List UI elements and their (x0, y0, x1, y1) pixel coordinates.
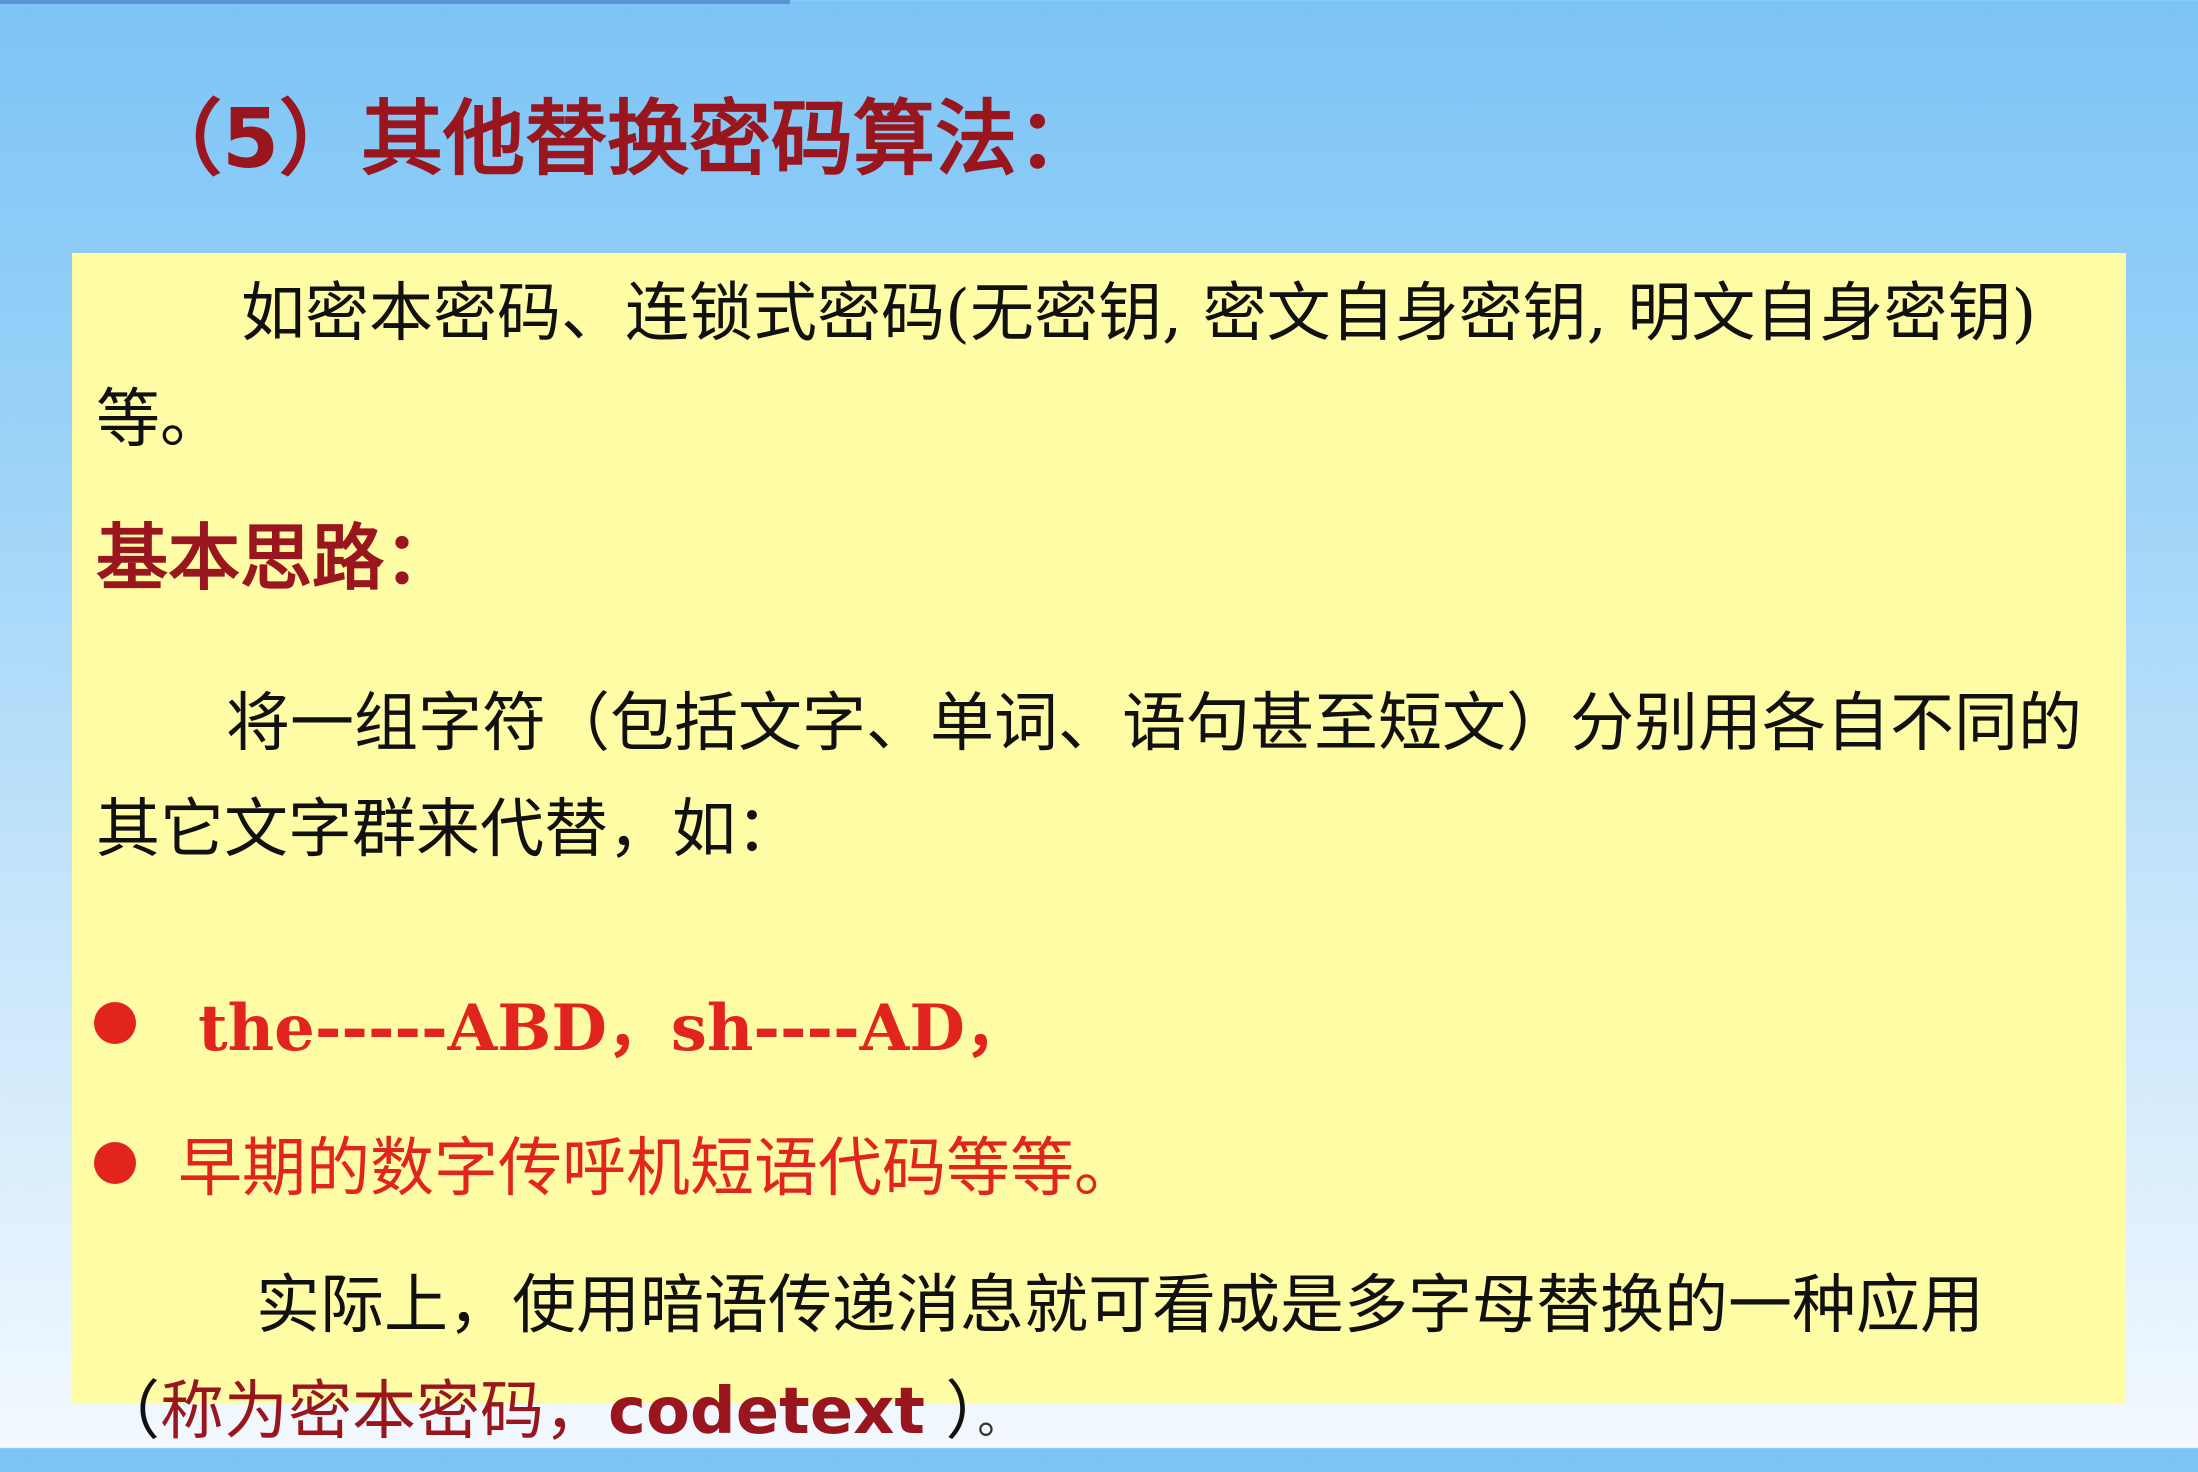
top-accent-strip (0, 0, 790, 4)
bullet-dot-icon (94, 1142, 136, 1184)
slide-title: （5）其他替换密码算法： (140, 92, 1100, 187)
bullet-dot-icon (94, 1002, 136, 1044)
closing-paren: ） (925, 1375, 978, 1449)
list-item: the-----ABD，sh----AD， (94, 973, 1029, 1073)
closing-highlight: 称为密本密码， (160, 1375, 608, 1449)
intro-text: 如密本密码、连锁式密码(无密钥, 密文自身密钥, 明文自身密钥)等。 (96, 277, 2037, 457)
closing-period: 。 (977, 1393, 1022, 1444)
closing-code-term: codetext (608, 1375, 925, 1449)
closing-paragraph: 实际上，使用暗语传递消息就可看成是多字母替换的一种应用（称为密本密码，codet… (96, 1253, 2096, 1472)
content-box: 如密本密码、连锁式密码(无密钥, 密文自身密钥, 明文自身密钥)等。 基本思路：… (72, 253, 2126, 1449)
bullet-text: the-----ABD，sh----AD， (198, 991, 1029, 1066)
idea-paragraph: 将一组字符（包括文字、单词、语句甚至短文）分别用各自不同的其它文字群来代替，如： (96, 671, 2096, 883)
idea-text: 将一组字符（包括文字、单词、语句甚至短文）分别用各自不同的其它文字群来代替，如： (96, 687, 2082, 867)
list-item: 早期的数字传呼机短语代码等等。 (94, 1113, 1138, 1213)
bullet-text: 早期的数字传呼机短语代码等等。 (178, 1132, 1138, 1206)
intro-paragraph: 如密本密码、连锁式密码(无密钥, 密文自身密钥, 明文自身密钥)等。 (96, 261, 2096, 473)
section-heading: 基本思路： (96, 516, 457, 600)
